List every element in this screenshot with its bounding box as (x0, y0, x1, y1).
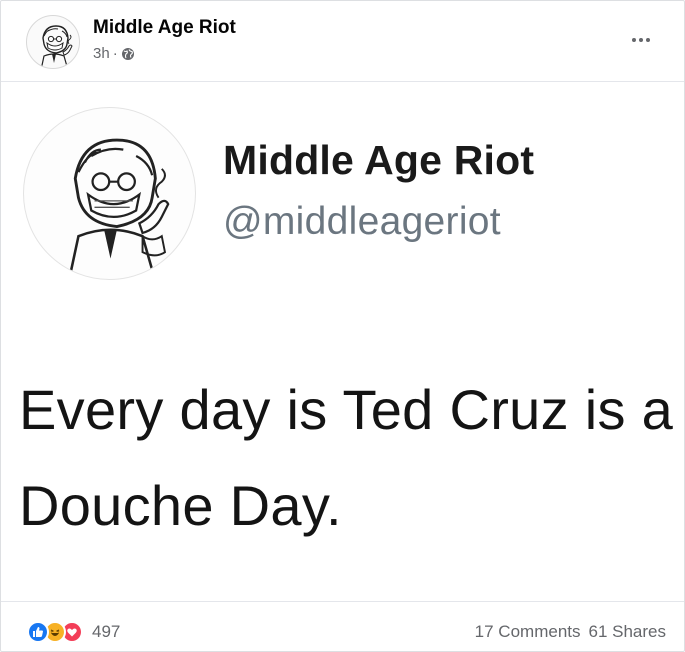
post-header: Middle Age Riot 3h · (1, 1, 684, 81)
engagement-stats: 17 Comments 61 Shares (475, 622, 666, 642)
meta-separator: · (112, 45, 118, 62)
comments-count-link[interactable]: 17 Comments (475, 622, 581, 642)
more-horizontal-icon (632, 38, 636, 42)
post-meta: 3h · (93, 45, 135, 62)
tweet-handle: @middleageriot (223, 200, 501, 243)
page-avatar[interactable] (26, 15, 80, 69)
author-name[interactable]: Middle Age Riot (93, 17, 236, 39)
reaction-count: 497 (92, 622, 121, 641)
man-with-pipe-icon (40, 25, 73, 68)
post-footer: 497 17 Comments 61 Shares (1, 602, 684, 652)
more-options-button[interactable] (626, 29, 656, 51)
post-card: Middle Age Riot 3h · Middle Age Riot @mi… (0, 0, 685, 652)
like-icon (27, 621, 49, 643)
post-timestamp[interactable]: 3h (93, 45, 110, 62)
post-image[interactable]: Middle Age Riot @middleageriot Every day… (1, 82, 684, 601)
tweet-author-name: Middle Age Riot (223, 137, 535, 183)
man-with-pipe-illustration (67, 138, 170, 279)
tweet-text: Every day is Ted Cruz is a Douche Day. (19, 378, 674, 537)
globe-icon[interactable] (121, 47, 135, 61)
reactions-summary[interactable]: 497 (27, 621, 120, 643)
tweet-avatar (23, 107, 196, 280)
shares-count-link[interactable]: 61 Shares (589, 622, 667, 642)
